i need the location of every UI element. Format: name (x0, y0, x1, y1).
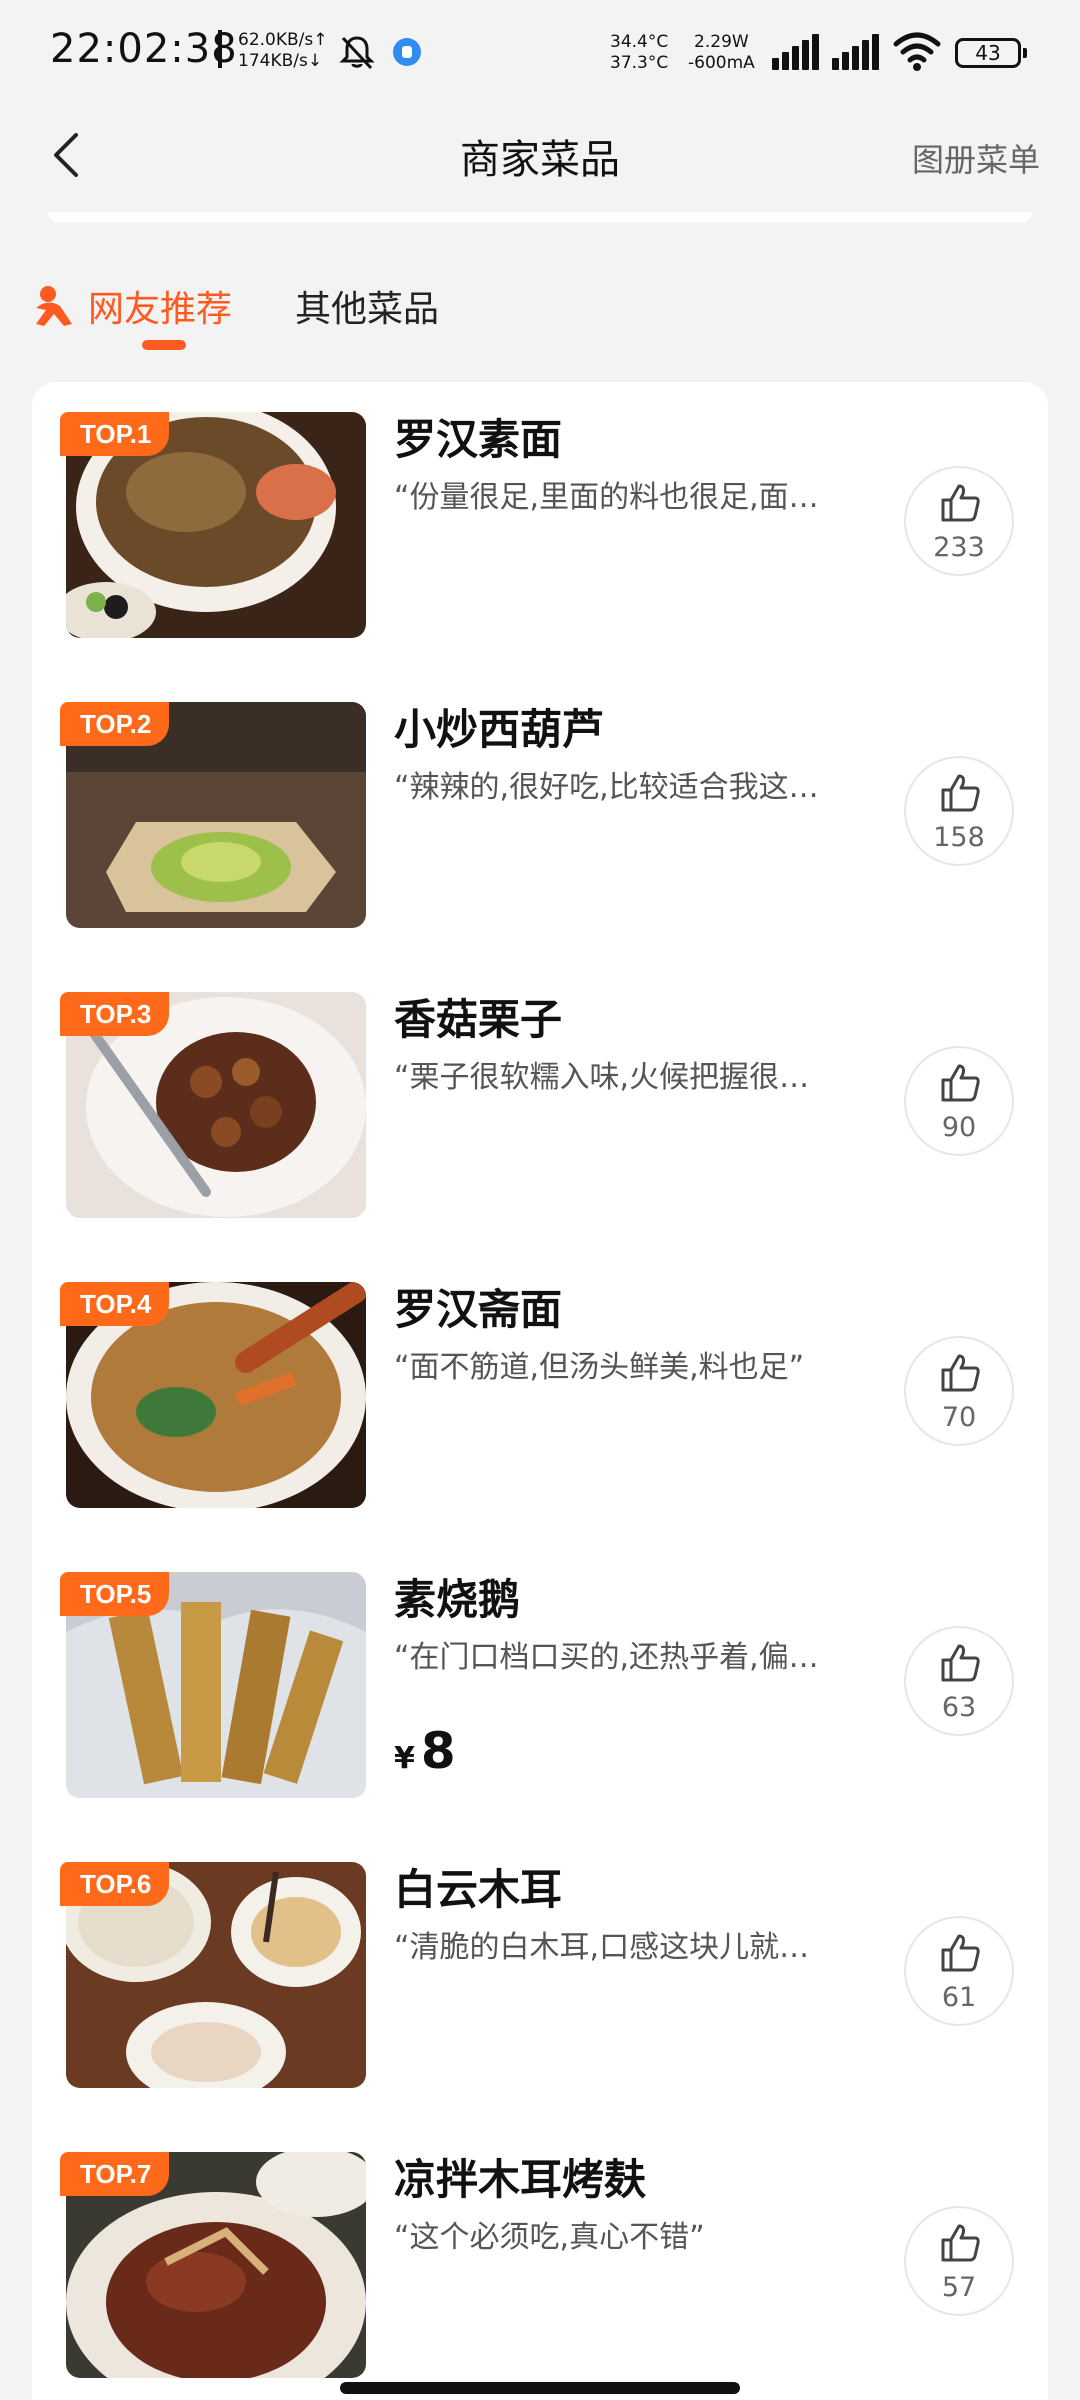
dish-name: 凉拌木耳烤麸 (394, 2155, 647, 2204)
status-time: 22:02:38 (50, 26, 238, 72)
dish-item[interactable]: TOP.6 白云木耳 “清脆的白木耳,口感这块儿就… 61 (32, 1832, 1048, 2092)
bell-mute-icon (339, 36, 375, 70)
thumbs-up-icon (941, 774, 980, 812)
tab-other-dishes[interactable]: 其他菜品 (295, 280, 439, 332)
temp-1: 34.4°C (610, 32, 669, 52)
current-value: -600mA (688, 53, 755, 73)
dish-item[interactable]: TOP.7 凉拌木耳烤麸 “这个必须吃,真心不错” 57 (32, 2122, 1048, 2382)
rank-badge: TOP.5 (60, 1572, 170, 1616)
like-button[interactable]: 90 (904, 1046, 1014, 1156)
dish-list-card: TOP.1 罗汉素面 “份量很足,里面的料也很足,面… 233 TOP.2 小炒… (32, 382, 1048, 2400)
dish-name: 罗汉素面 (394, 415, 563, 464)
dish-review: “份量很足,里面的料也很足,面… (394, 480, 819, 515)
power-readout: 2.29W -600mA (688, 32, 755, 74)
dish-item[interactable]: TOP.2 小炒西葫芦 “辣辣的,很好吃,比较适合我这… 158 (32, 672, 1048, 932)
rank-badge: TOP.6 (60, 1862, 170, 1906)
nav-bar: 商家菜品 图册菜单 (0, 105, 1080, 205)
rank-badge: TOP.2 (60, 702, 170, 746)
dish-review: “在门口档口买的,还热乎着,偏… (394, 1640, 819, 1675)
rank-badge: TOP.1 (60, 412, 170, 456)
rank-badge: TOP.4 (60, 1282, 170, 1326)
dish-item[interactable]: TOP.5 素烧鹅 “在门口档口买的,还热乎着,偏… ¥8 63 (32, 1542, 1048, 1802)
like-count: 57 (941, 2272, 977, 2303)
app-notification-icon (393, 38, 421, 66)
like-button[interactable]: 233 (904, 466, 1014, 576)
chevron-left-icon (54, 133, 78, 177)
wifi-icon (893, 32, 941, 71)
temperature-readout: 34.4°C 37.3°C (610, 32, 668, 74)
tab-recommend[interactable]: 网友推荐 (32, 280, 232, 332)
like-button[interactable]: 57 (904, 2206, 1014, 2316)
signal-icon (832, 34, 882, 70)
rank-badge: TOP.3 (60, 992, 170, 1036)
like-button[interactable]: 158 (904, 756, 1014, 866)
tab-active-indicator (142, 340, 186, 350)
dish-review: “清脆的白木耳,口感这块儿就… (394, 1930, 810, 1965)
like-count: 61 (941, 1982, 977, 2013)
back-button[interactable] (40, 125, 100, 185)
dish-review: “这个必须吃,真心不错” (394, 2220, 705, 2255)
status-bar: 22:02:38 62.0KB/s↑ 174KB/s↓ 34.4°C 37.3°… (0, 0, 1080, 105)
dish-item[interactable]: TOP.4 罗汉斋面 “面不筋道,但汤头鲜美,料也足” 70 (32, 1252, 1048, 1512)
price-value: 8 (420, 1722, 456, 1780)
thumbs-up-icon (941, 1064, 980, 1102)
thumbs-up-icon (941, 1354, 980, 1392)
thumbs-up-icon (941, 1934, 980, 1972)
dish-name: 素烧鹅 (394, 1575, 521, 1624)
dish-name: 小炒西葫芦 (394, 705, 605, 754)
dish-review: “辣辣的,很好吃,比较适合我这… (394, 770, 819, 805)
signal-icon (772, 34, 822, 70)
status-separator (218, 30, 222, 68)
like-count: 63 (941, 1692, 977, 1723)
dish-review: “栗子很软糯入味,火候把握很… (394, 1060, 810, 1095)
temp-2: 37.3°C (610, 53, 669, 73)
like-button[interactable]: 63 (904, 1626, 1014, 1736)
rank-badge: TOP.7 (60, 2152, 170, 2196)
thumbs-up-icon (941, 484, 980, 522)
like-count: 233 (933, 532, 985, 563)
person-icon (36, 286, 72, 326)
tab-recommend-label: 网友推荐 (88, 289, 233, 330)
thumbs-up-icon (941, 1644, 980, 1682)
album-menu-link[interactable]: 图册菜单 (912, 135, 1040, 181)
like-count: 90 (941, 1112, 977, 1143)
battery-icon: 43 (955, 38, 1027, 68)
dish-name: 罗汉斋面 (394, 1285, 563, 1334)
net-up: 62.0KB/s↑ (238, 30, 328, 50)
currency-symbol: ¥ (394, 1741, 415, 1776)
like-button[interactable]: 70 (904, 1336, 1014, 1446)
tab-bar: 网友推荐 其他菜品 (0, 260, 1080, 360)
net-down: 174KB/s↓ (238, 51, 323, 71)
dish-review: “面不筋道,但汤头鲜美,料也足” (394, 1350, 805, 1385)
dish-name: 白云木耳 (394, 1865, 563, 1914)
dish-item[interactable]: TOP.3 香菇栗子 “栗子很软糯入味,火候把握很… 90 (32, 962, 1048, 1222)
like-count: 70 (941, 1402, 977, 1433)
header-divider (48, 212, 1032, 222)
dish-name: 香菇栗子 (394, 995, 563, 1044)
like-count: 158 (933, 822, 985, 853)
home-indicator[interactable] (340, 2382, 740, 2394)
power-value: 2.29W (694, 32, 749, 52)
network-speed: 62.0KB/s↑ 174KB/s↓ (238, 30, 328, 72)
screen: 22:02:38 62.0KB/s↑ 174KB/s↓ 34.4°C 37.3°… (0, 0, 1080, 2400)
dish-price: ¥8 (394, 1722, 456, 1780)
dish-item[interactable]: TOP.1 罗汉素面 “份量很足,里面的料也很足,面… 233 (32, 382, 1048, 642)
like-button[interactable]: 61 (904, 1916, 1014, 2026)
thumbs-up-icon (941, 2224, 980, 2262)
